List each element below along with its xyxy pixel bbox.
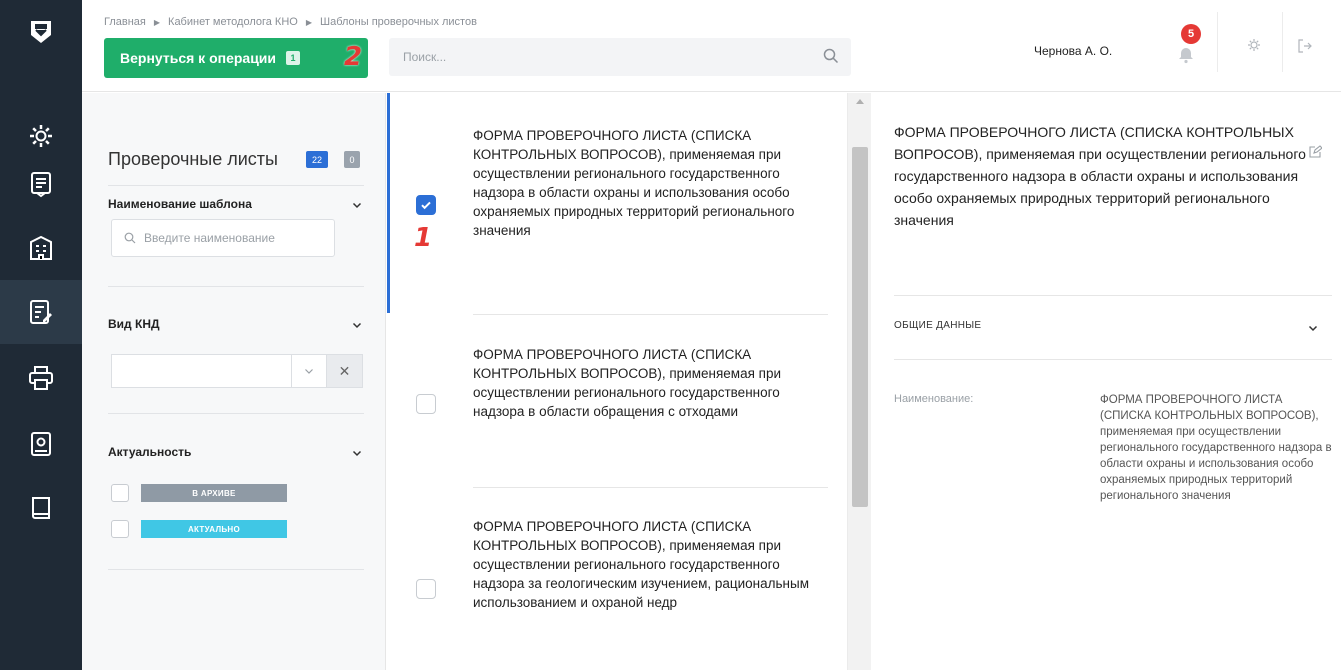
top-header: Главная ▶ Кабинет методолога КНО ▶ Шабло…: [82, 0, 1341, 92]
check-icon: [421, 201, 431, 210]
breadcrumb: Главная ▶ Кабинет методолога КНО ▶ Шабло…: [104, 16, 477, 28]
annotation-marker-1: 1: [414, 223, 433, 253]
knd-type-filter-label[interactable]: Вид КНД: [108, 317, 160, 331]
divider: [108, 185, 364, 186]
building-icon[interactable]: [0, 216, 82, 280]
breadcrumb-home[interactable]: Главная: [104, 16, 146, 28]
item-checkbox[interactable]: [416, 195, 436, 215]
bell-icon: [1179, 48, 1193, 64]
divider: [108, 286, 364, 287]
divider: [108, 413, 364, 414]
breadcrumb-current: Шаблоны проверочных листов: [320, 16, 477, 28]
document-icon[interactable]: [0, 152, 82, 216]
status-actual-checkbox[interactable]: [111, 520, 129, 538]
breadcrumb-cabinet[interactable]: Кабинет методолога КНО: [168, 16, 298, 28]
user-name[interactable]: Чернова А. О.: [1034, 44, 1112, 58]
search-box: [389, 38, 851, 76]
shield-logo-icon: [31, 21, 51, 43]
printer-icon[interactable]: [0, 346, 82, 410]
clear-icon[interactable]: ✕: [327, 354, 363, 388]
scrollbar-thumb[interactable]: [852, 147, 868, 507]
status-actual-tag: АКТУАЛЬНО: [141, 520, 287, 538]
general-data-section-label[interactable]: ОБЩИЕ ДАННЫЕ: [894, 320, 981, 331]
annotation-marker-2: 2: [344, 42, 363, 72]
template-name-field: [111, 219, 335, 257]
list-item-text: ФОРМА ПРОВЕРОЧНОГО ЛИСТА (СПИСКА КОНТРОЛ…: [473, 128, 795, 238]
list-item-text: ФОРМА ПРОВЕРОЧНОГО ЛИСТА (СПИСКА КОНТРОЛ…: [473, 519, 809, 610]
divider: [894, 295, 1332, 296]
edit-icon[interactable]: [1308, 145, 1323, 164]
list-scrollbar[interactable]: [847, 93, 871, 670]
chevron-down-icon[interactable]: [352, 197, 362, 215]
status-archive-checkbox[interactable]: [111, 484, 129, 502]
search-icon[interactable]: [823, 48, 839, 69]
checklist-list: 1 ФОРМА ПРОВЕРОЧНОГО ЛИСТА (СПИСКА КОНТР…: [387, 93, 847, 670]
status-archive-option: В АРХИВЕ: [111, 484, 287, 502]
logout-icon[interactable]: [1297, 38, 1313, 59]
secondary-count-badge: 0: [344, 151, 360, 168]
back-button-badge: 1: [286, 51, 301, 65]
logo-icon[interactable]: [0, 0, 82, 64]
filter-panel: Проверочные листы 22 0 Наименование шабл…: [82, 93, 386, 670]
divider: [894, 359, 1332, 360]
list-item[interactable]: 1 ФОРМА ПРОВЕРОЧНОГО ЛИСТА (СПИСКА КОНТР…: [387, 93, 827, 313]
search-input[interactable]: [403, 50, 823, 64]
back-button-label: Вернуться к операции: [120, 50, 277, 66]
notification-count-badge: 5: [1181, 24, 1201, 44]
breadcrumb-separator-icon: ▶: [305, 17, 312, 27]
chevron-down-icon[interactable]: [352, 445, 362, 463]
name-field-value: ФОРМА ПРОВЕРОЧНОГО ЛИСТА (СПИСКА КОНТРОЛ…: [1100, 394, 1332, 502]
list-item[interactable]: ФОРМА ПРОВЕРОЧНОГО ЛИСТА (СПИСКА КОНТРОЛ…: [387, 488, 827, 670]
list-item[interactable]: ФОРМА ПРОВЕРОЧНОГО ЛИСТА (СПИСКА КОНТРОЛ…: [387, 315, 827, 487]
breadcrumb-separator-icon: ▶: [153, 17, 161, 27]
chevron-down-icon[interactable]: [1308, 320, 1318, 338]
total-count-badge: 22: [306, 151, 328, 168]
divider: [108, 569, 364, 570]
book-gear-icon[interactable]: [0, 412, 82, 476]
header-divider: [1217, 12, 1218, 72]
template-name-filter-label[interactable]: Наименование шаблона: [108, 197, 252, 211]
name-field-label: Наименование:: [894, 393, 974, 405]
status-archive-tag: В АРХИВЕ: [141, 484, 287, 502]
relevance-filter-label[interactable]: Актуальность: [108, 445, 191, 459]
details-panel: ФОРМА ПРОВЕРОЧНОГО ЛИСТА (СПИСКА КОНТРОЛ…: [872, 93, 1341, 670]
notifications-button[interactable]: 5: [1167, 24, 1207, 72]
scroll-up-arrow-icon[interactable]: [856, 99, 864, 104]
chevron-down-icon[interactable]: [291, 354, 327, 388]
search-icon: [124, 232, 136, 244]
sidebar-rail: [0, 0, 82, 670]
list-item-text: ФОРМА ПРОВЕРОЧНОГО ЛИСТА (СПИСКА КОНТРОЛ…: [473, 347, 781, 419]
item-checkbox[interactable]: [416, 394, 436, 414]
checklist-icon[interactable]: [0, 280, 82, 344]
back-to-operation-button[interactable]: Вернуться к операции 1: [104, 38, 368, 78]
panel-title: Проверочные листы: [108, 149, 278, 169]
header-divider: [1282, 12, 1283, 72]
status-actual-option: АКТУАЛЬНО: [111, 520, 287, 538]
details-title: ФОРМА ПРОВЕРОЧНОГО ЛИСТА (СПИСКА КОНТРОЛ…: [894, 124, 1306, 228]
item-checkbox[interactable]: [416, 579, 436, 599]
knd-type-select[interactable]: ✕: [111, 354, 363, 388]
knd-type-select-value[interactable]: [111, 354, 291, 388]
chevron-down-icon[interactable]: [352, 317, 362, 335]
template-name-input[interactable]: [144, 231, 324, 245]
gear-icon[interactable]: [1247, 38, 1261, 57]
book-icon[interactable]: [0, 476, 82, 540]
